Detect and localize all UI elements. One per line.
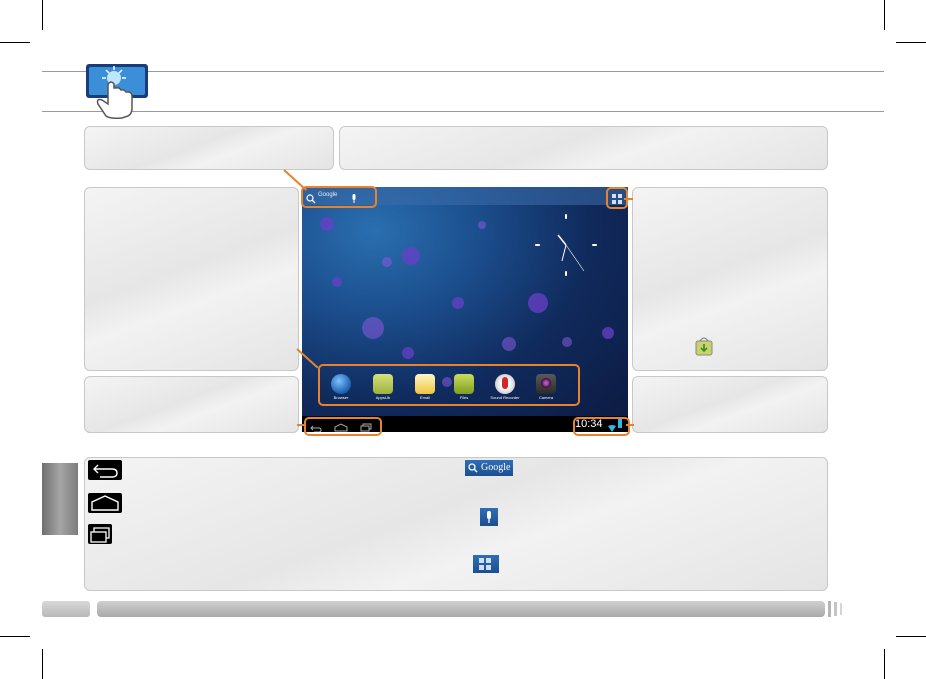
callout-left-small (84, 376, 299, 433)
connector-nav (297, 424, 305, 426)
connector-status (626, 424, 634, 426)
callout-left-large (84, 187, 299, 371)
crop-mark-tr-h (896, 42, 926, 43)
crop-mark-br-v (884, 649, 885, 679)
analog-clock-widget (534, 213, 598, 277)
legend-mic-icon (480, 508, 498, 526)
highlight-dock (318, 364, 580, 406)
header-rule-top (42, 71, 884, 72)
highlight-search (301, 186, 377, 208)
legend-panel: Google (84, 457, 828, 591)
crop-mark-tl-v (42, 0, 43, 30)
callout-top-left (84, 126, 334, 170)
page-number-tab (42, 601, 90, 617)
highlight-status (573, 417, 630, 436)
app-store-bag-icon (695, 336, 713, 356)
google-search-button: Google (465, 460, 513, 476)
connector-apps (624, 198, 633, 200)
footer-bar-stripes (828, 601, 848, 617)
back-arrow-icon (88, 460, 122, 480)
highlight-nav-buttons (304, 417, 382, 436)
legend-apps-grid-icon (473, 555, 499, 573)
crop-mark-bl-v (42, 649, 43, 679)
side-language-tab (42, 463, 78, 535)
footer-bar (97, 601, 825, 617)
callout-right-large (632, 187, 828, 371)
home-icon (88, 493, 122, 513)
google-button-label: Google (481, 462, 511, 473)
header-rule-bottom (42, 111, 884, 112)
touch-hand-icon (78, 62, 152, 120)
crop-mark-br-h (896, 636, 926, 637)
crop-mark-tl-h (0, 42, 30, 43)
crop-mark-bl-h (0, 636, 30, 637)
recent-apps-icon (88, 524, 112, 544)
crop-mark-tr-v (884, 0, 885, 30)
callout-top-right (339, 126, 828, 170)
callout-right-small (632, 376, 828, 433)
